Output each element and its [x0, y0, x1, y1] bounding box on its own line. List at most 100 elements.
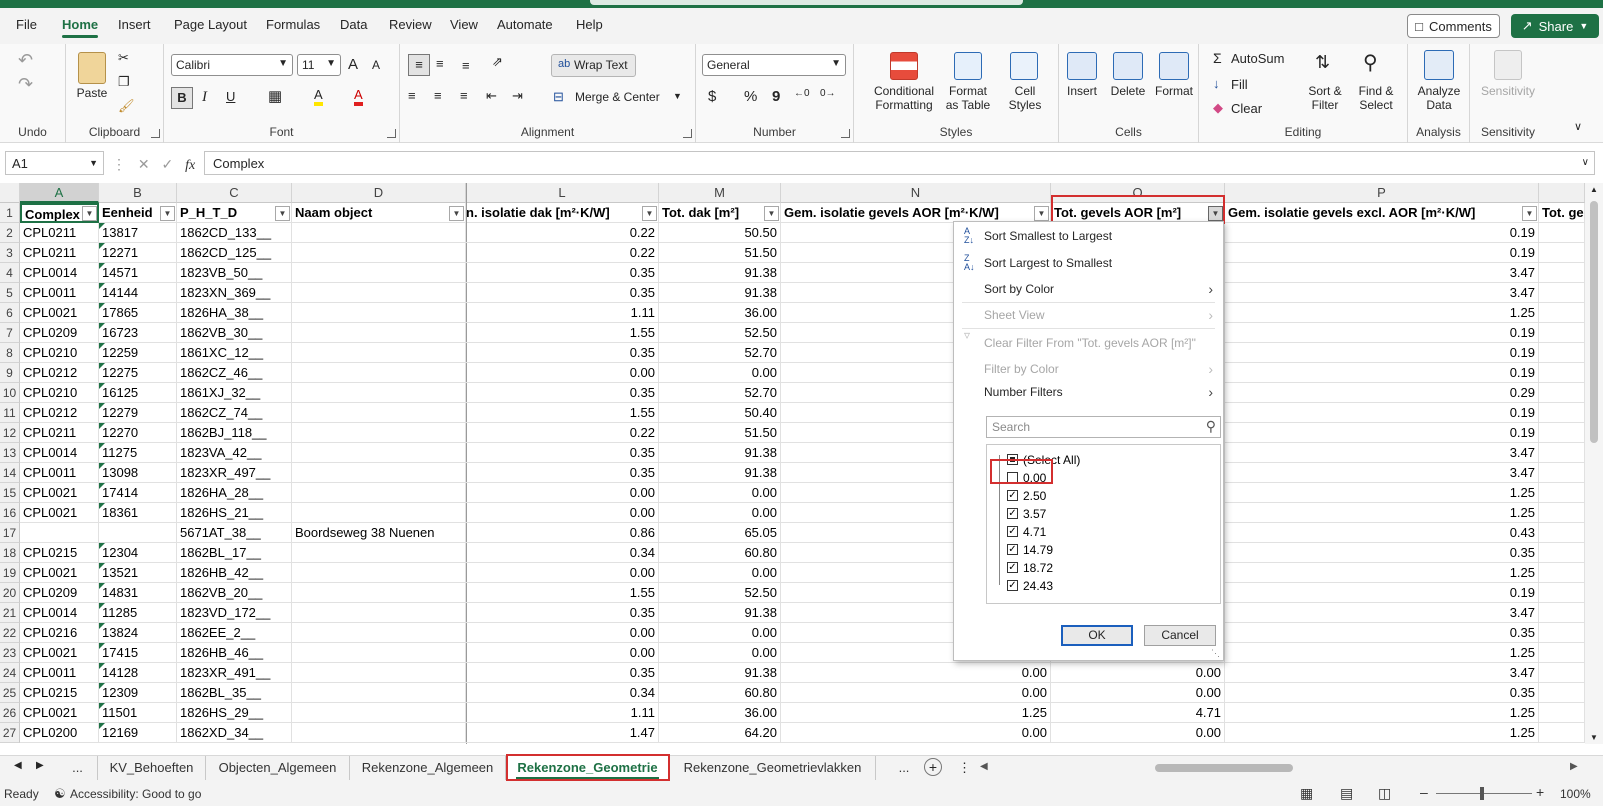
row-header[interactable]: 20: [0, 583, 20, 603]
cell-a[interactable]: CPL0215: [20, 543, 99, 563]
tab-formulas[interactable]: Formulas: [266, 17, 320, 32]
cell-b[interactable]: 17415: [99, 643, 177, 663]
cell-l[interactable]: 1.55: [466, 323, 659, 343]
cell-d[interactable]: [292, 423, 466, 443]
row-header[interactable]: 10: [0, 383, 20, 403]
cell-a[interactable]: CPL0011: [20, 463, 99, 483]
cell-m[interactable]: 0.00: [659, 643, 781, 663]
cell-b[interactable]: 13817: [99, 223, 177, 243]
vertical-scroll-thumb[interactable]: [1590, 201, 1598, 443]
tab-view[interactable]: View: [450, 17, 478, 32]
column-header-b[interactable]: B: [99, 183, 177, 203]
tab-file[interactable]: File: [16, 17, 37, 32]
cell-o[interactable]: 0.00: [1051, 683, 1225, 703]
scroll-up-icon[interactable]: ▲: [1590, 185, 1598, 194]
hscroll-left-icon[interactable]: ◀: [980, 761, 988, 772]
cell-p[interactable]: 3.47: [1225, 663, 1539, 683]
cell-c[interactable]: 1826HS_21__: [177, 503, 292, 523]
cell-b[interactable]: 14144: [99, 283, 177, 303]
cell-l[interactable]: 0.00: [466, 643, 659, 663]
clear-button[interactable]: Clear: [1231, 101, 1262, 116]
cell-a[interactable]: CPL0014: [20, 603, 99, 623]
align-right-icon[interactable]: ≡: [460, 88, 468, 103]
checkbox-checked-icon[interactable]: ✓: [1007, 526, 1018, 537]
tab-insert[interactable]: Insert: [118, 17, 151, 32]
alignment-launcher-icon[interactable]: [683, 129, 692, 138]
select-all-corner[interactable]: [0, 183, 20, 203]
cell-a[interactable]: CPL0011: [20, 663, 99, 683]
cell-m[interactable]: 51.50: [659, 243, 781, 263]
increase-decimal-icon[interactable]: ←0: [794, 88, 810, 99]
number-filters-item[interactable]: Number Filters ›: [954, 380, 1223, 404]
cell-p[interactable]: 0.19: [1225, 403, 1539, 423]
cell-m[interactable]: 0.00: [659, 483, 781, 503]
cell-a[interactable]: CPL0211: [20, 423, 99, 443]
cancel-icon[interactable]: ✕: [138, 156, 150, 172]
shrink-font-button[interactable]: A: [372, 58, 380, 72]
header-cell-isolatie-gevels-excl-aor[interactable]: Gem. isolatie gevels excl. AOR [m²·K/W]: [1225, 203, 1539, 223]
cell-p[interactable]: 0.19: [1225, 343, 1539, 363]
clipboard-launcher-icon[interactable]: [151, 129, 160, 138]
sort-filter-icon[interactable]: ⇅: [1315, 52, 1330, 73]
cell-p[interactable]: 0.19: [1225, 243, 1539, 263]
cell-q[interactable]: [1539, 523, 1585, 543]
tab-automate[interactable]: Automate: [497, 17, 553, 32]
name-box[interactable]: A1 ▼: [5, 151, 104, 175]
cell-l[interactable]: 1.55: [466, 403, 659, 423]
cell-q[interactable]: [1539, 623, 1585, 643]
cell-c[interactable]: 1826HB_46__: [177, 643, 292, 663]
column-header-n[interactable]: N: [781, 183, 1051, 203]
cell-c[interactable]: 1862EE_2__: [177, 623, 292, 643]
cell-m[interactable]: 0.00: [659, 503, 781, 523]
sheet-tab-objecten-algemeen[interactable]: Objecten_Algemeen: [206, 756, 350, 780]
cell-l[interactable]: 0.22: [466, 423, 659, 443]
cell-p[interactable]: 1.25: [1225, 503, 1539, 523]
cell-d[interactable]: [292, 403, 466, 423]
row-header[interactable]: 9: [0, 363, 20, 383]
cell-a[interactable]: CPL0209: [20, 323, 99, 343]
cell-q[interactable]: [1539, 603, 1585, 623]
cell-d[interactable]: [292, 703, 466, 723]
cell-b[interactable]: 14128: [99, 663, 177, 683]
cell-d[interactable]: [292, 363, 466, 383]
cell-c[interactable]: 1823VA_42__: [177, 443, 292, 463]
row-header[interactable]: 16: [0, 503, 20, 523]
tab-home[interactable]: Home: [62, 17, 99, 38]
expand-formula-icon[interactable]: ∨: [1582, 157, 1589, 168]
row-header[interactable]: 11: [0, 403, 20, 423]
normal-view-icon[interactable]: ▦: [1300, 785, 1313, 802]
analyze-data-icon[interactable]: [1424, 50, 1454, 80]
cell-p[interactable]: 0.19: [1225, 423, 1539, 443]
row-header[interactable]: 24: [0, 663, 20, 683]
cell-c[interactable]: 1823XR_491__: [177, 663, 292, 683]
cell-a[interactable]: CPL0210: [20, 343, 99, 363]
cell-c[interactable]: 1862VB_30__: [177, 323, 292, 343]
font-color-button[interactable]: A: [354, 88, 363, 106]
copy-icon[interactable]: ❐: [118, 74, 130, 90]
cell-d[interactable]: [292, 223, 466, 243]
cell-b[interactable]: 11285: [99, 603, 177, 623]
ok-button[interactable]: OK: [1061, 625, 1133, 646]
cell-b[interactable]: 12169: [99, 723, 177, 743]
cell-c[interactable]: 1862CZ_46__: [177, 363, 292, 383]
cell-c[interactable]: 1826HA_28__: [177, 483, 292, 503]
cell-c[interactable]: 1862BL_17__: [177, 543, 292, 563]
cell-q[interactable]: [1539, 423, 1585, 443]
header-cell-isolatie-gevels-aor[interactable]: Gem. isolatie gevels AOR [m²·K/W]: [781, 203, 1051, 223]
delete-cells-icon[interactable]: [1113, 52, 1143, 80]
cell-p[interactable]: 0.35: [1225, 683, 1539, 703]
cell-a[interactable]: CPL0215: [20, 683, 99, 703]
row-header[interactable]: 25: [0, 683, 20, 703]
tab-review[interactable]: Review: [389, 17, 432, 32]
zoom-in-icon[interactable]: +: [1536, 784, 1544, 800]
cell-q[interactable]: [1539, 443, 1585, 463]
sort-by-color-item[interactable]: Sort by Color ›: [954, 277, 1223, 301]
cell-a[interactable]: CPL0212: [20, 403, 99, 423]
row-header[interactable]: 26: [0, 703, 20, 723]
column-header-o[interactable]: O: [1051, 183, 1225, 203]
row-header[interactable]: 1: [0, 203, 20, 223]
cell-a[interactable]: CPL0014: [20, 443, 99, 463]
cell-d[interactable]: [292, 503, 466, 523]
cell-l[interactable]: 0.34: [466, 543, 659, 563]
cell-a[interactable]: CPL0014: [20, 263, 99, 283]
